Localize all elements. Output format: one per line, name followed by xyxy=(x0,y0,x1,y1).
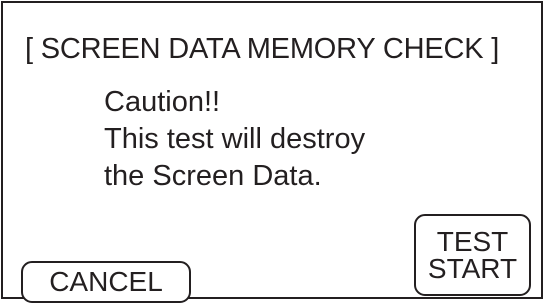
caution-message: Caution!! This test will destroy the Scr… xyxy=(104,84,365,195)
message-line-caution: Caution!! xyxy=(104,86,221,118)
screen-frame: [ SCREEN DATA MEMORY CHECK ] Caution!! T… xyxy=(1,1,543,303)
message-line-screen-data: the Screen Data. xyxy=(104,160,322,192)
message-line-destroy: This test will destroy xyxy=(104,123,366,155)
test-start-label-line1: TEST xyxy=(436,226,509,257)
test-start-button[interactable]: TEST START xyxy=(414,214,531,296)
dialog-title: [ SCREEN DATA MEMORY CHECK ] xyxy=(25,33,500,65)
test-start-label-line2: START xyxy=(427,253,518,284)
cancel-button[interactable]: CANCEL xyxy=(21,261,191,303)
